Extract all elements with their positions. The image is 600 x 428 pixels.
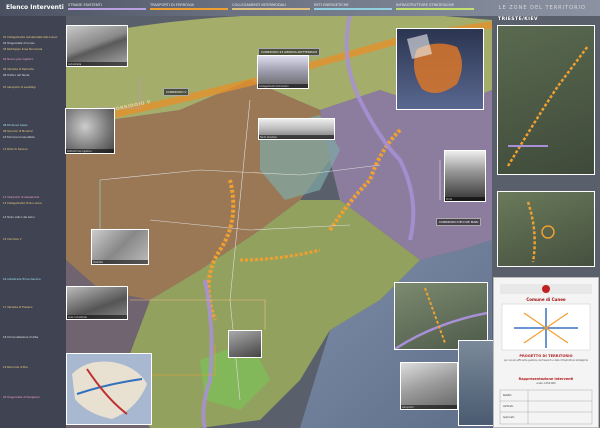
- page-title: Elenco Interventi: [6, 4, 64, 11]
- photo-9: [228, 330, 262, 358]
- legend-tab-2: COLLEGAMENTI INTERMODALI: [232, 3, 310, 11]
- list-item: 18 Circonvallazione di Alba: [3, 336, 39, 339]
- inset-map-satellite-2: [497, 191, 595, 267]
- list-item: 08 Ponte sul Gesso: [3, 124, 28, 127]
- photo-3: Piattaforma logistica: [65, 108, 115, 154]
- list-item: 15 Corridoio V: [3, 238, 22, 241]
- map-poster: Elenco Interventi STRADE ESISTENTI TRASP…: [0, 0, 600, 428]
- list-item: 02 Tangenziale di Cuneo: [3, 42, 35, 45]
- list-item: 01 Collegamento autostradale Asti-Cuneo: [3, 36, 58, 39]
- map-label-corridoio-v: CORRIDOIO V: [163, 88, 190, 96]
- legend-swatch: [396, 8, 474, 10]
- list-item: 06 Traforo del Tenda: [3, 74, 30, 77]
- header-bar: Elenco Interventi STRADE ESISTENTI TRASP…: [0, 0, 600, 16]
- list-item: 13 Collegamento Torino-Lione: [3, 202, 42, 205]
- list-item: 04 Nuovo polo logistico: [3, 58, 34, 61]
- legend-swatch: [68, 8, 146, 10]
- photo-8: Aeroporto: [400, 362, 458, 410]
- list-item: 16 Autostrada Torino-Savona: [3, 278, 41, 281]
- map-label-corridoio-1: CORRIDOIO DEI DUE MARI: [436, 218, 482, 226]
- photo-2: Collegamento ferroviario: [257, 55, 309, 89]
- photo-4: Nodo stradale: [258, 118, 335, 140]
- list-item: 14 Terzo valico dei Giovi: [3, 216, 35, 219]
- title-row: Redatto: [503, 394, 512, 397]
- legend-swatch: [232, 8, 310, 10]
- legend-tab-0: STRADE ESISTENTI: [68, 3, 146, 11]
- list-item: 12 Interporto di Alessandria: [3, 196, 40, 199]
- title-row: Verificato: [503, 405, 514, 408]
- project-title: PROGETTO DI TERRITORIO: [519, 354, 573, 358]
- page-subtitle: LE ZONE DEL TERRITORIO: [498, 5, 586, 11]
- list-item: 11 Porto di Savona: [3, 148, 28, 151]
- inset-map-satellite-1: [497, 25, 595, 175]
- scale-text: scala 1:250.000: [536, 382, 556, 385]
- title-row: Approvato: [503, 416, 515, 419]
- legend-tab-3: RETI ENERGETICHE: [314, 3, 392, 11]
- inset-map-europe: [66, 353, 152, 425]
- project-subtitle: per una più efficiente gestione dei tras…: [504, 359, 588, 362]
- list-item: 10 Ferrovia Cuneo-Nizza: [3, 136, 35, 139]
- list-item: 20 Tangenziale di Savigliano: [3, 396, 40, 399]
- map-label-trieste-kiev: TRIESTE/KIEV: [498, 17, 539, 22]
- inset-map-coast-2: [458, 340, 494, 426]
- photo-6: Area industriale: [66, 286, 128, 320]
- photo-1: Autostrada: [66, 25, 128, 67]
- list-item: 09 Svincolo di Mondovì: [3, 130, 33, 133]
- inset-map-region: [396, 28, 484, 110]
- legend-tab-1: TRASPORTI DI FERROVIA: [150, 3, 228, 11]
- municipality-name: Comune di Cuneo: [526, 297, 566, 302]
- title-block: Comune di Cuneo PROGETTO DI TERRITORIO p…: [493, 277, 599, 428]
- representation-title: Rappresentazione Interventi: [518, 377, 574, 381]
- list-item: 17 Variante di Fossano: [3, 306, 33, 309]
- list-item: 19 Raccordo di Bra: [3, 366, 28, 369]
- photo-7: Porto: [444, 150, 486, 202]
- list-item: 07 Aeroporto di Levaldigi: [3, 86, 36, 89]
- legend-swatch: [150, 8, 228, 10]
- legend-tab-4: INFRASTRUTTURE STRATEGICHE: [396, 3, 474, 11]
- interventions-list: 01 Collegamento autostradale Asti-Cuneo …: [0, 16, 66, 428]
- photo-5: Viadotto: [91, 229, 149, 265]
- legend-swatch: [314, 8, 392, 10]
- list-item: 03 Raddoppio linea ferroviaria: [3, 48, 43, 51]
- list-item: 05 Variante di Demonte: [3, 68, 34, 71]
